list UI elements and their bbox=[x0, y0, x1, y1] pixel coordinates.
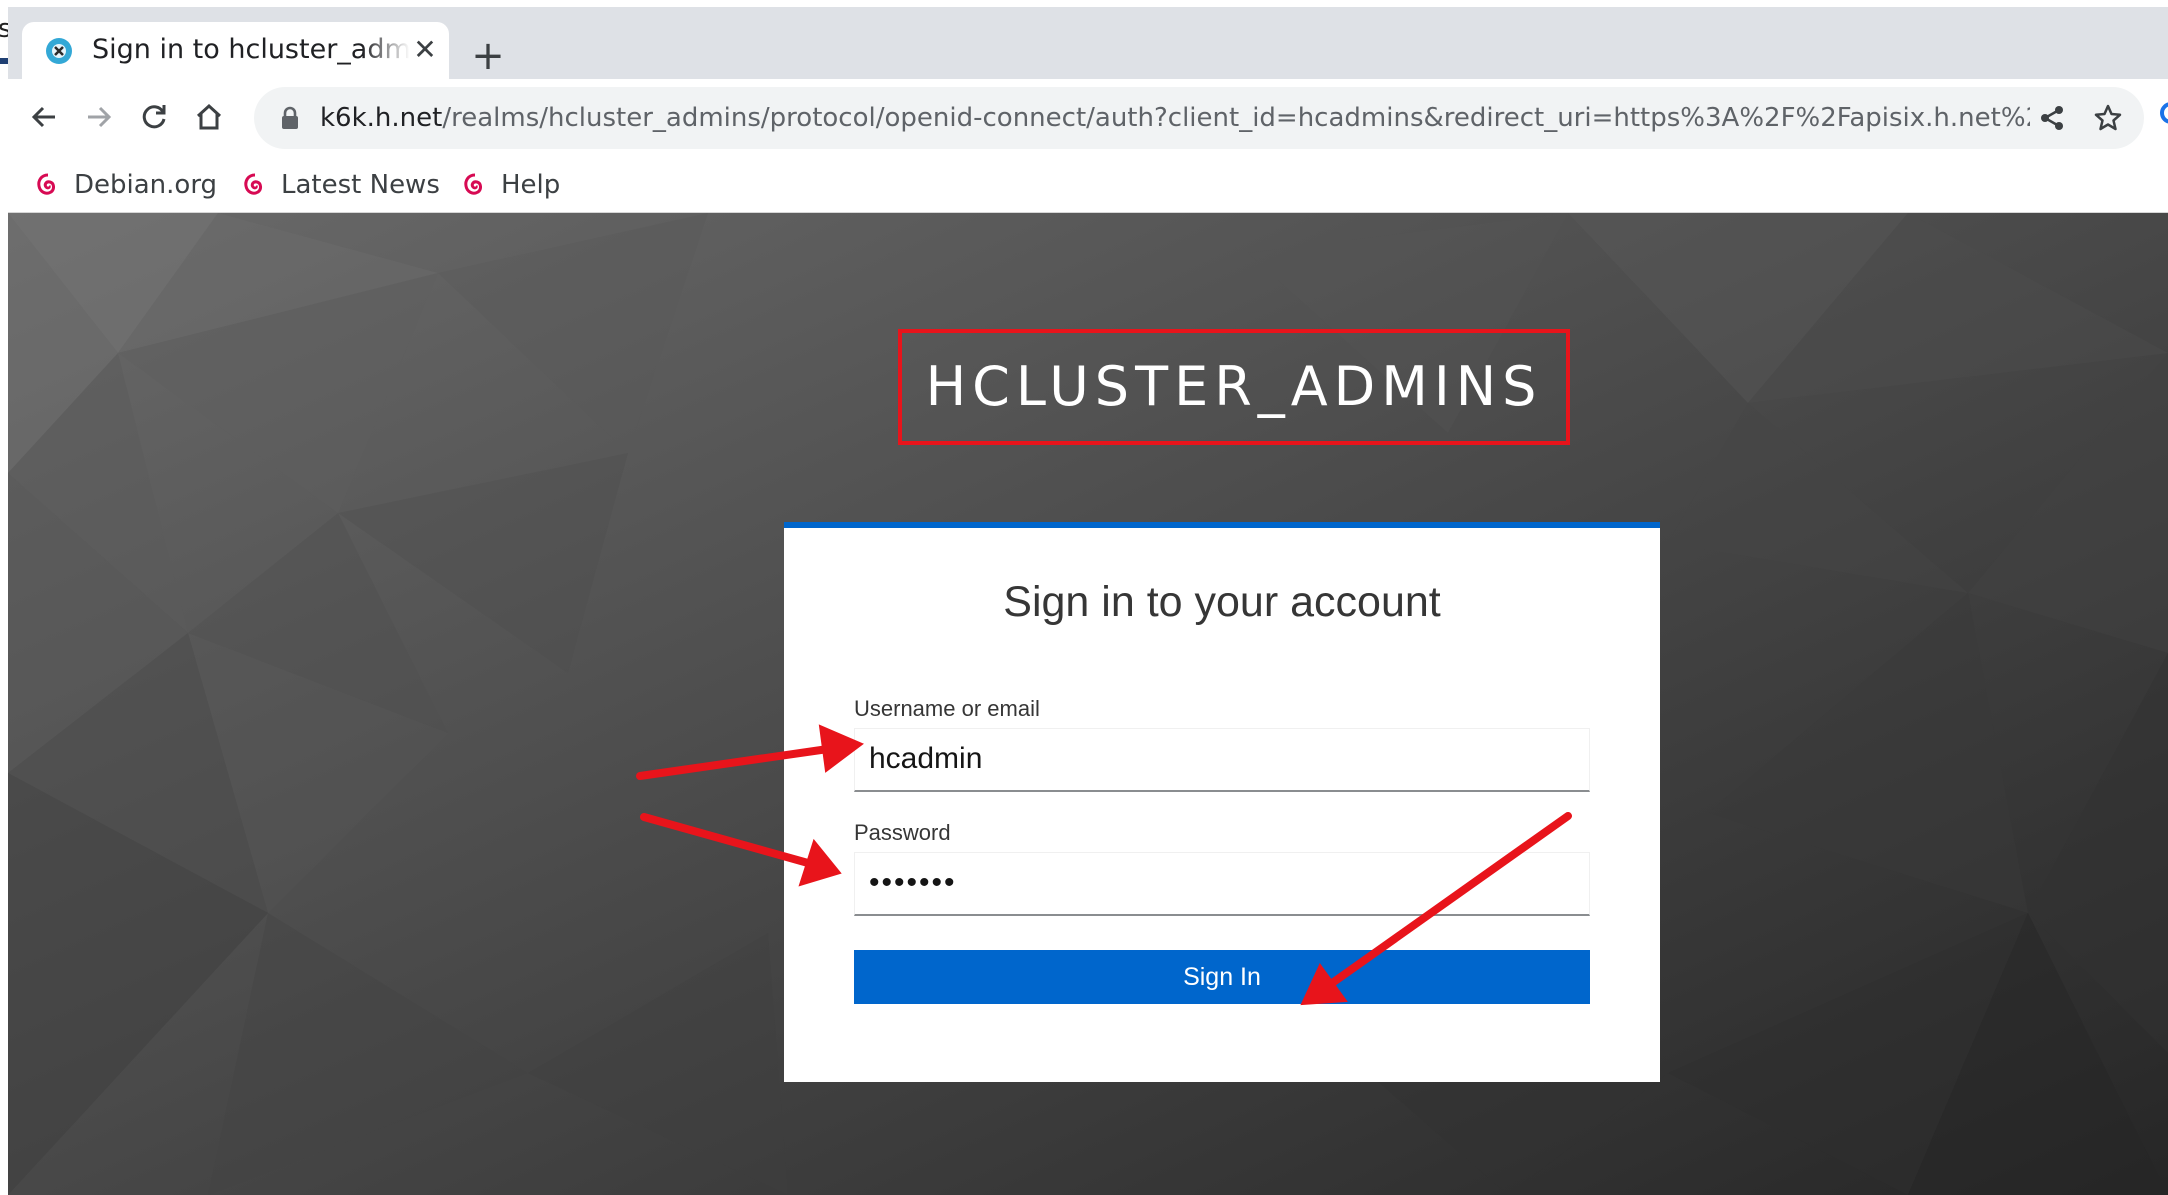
url-path: /realms/hcluster_admins/protocol/openid-… bbox=[442, 103, 2030, 133]
bookmark-label: Debian.org bbox=[74, 170, 218, 200]
home-icon[interactable] bbox=[189, 97, 229, 137]
tab-title: Sign in to hcluster_admins bbox=[92, 34, 410, 65]
reload-icon[interactable] bbox=[134, 97, 174, 137]
bookmark-latest-news[interactable]: Latest News bbox=[241, 165, 440, 205]
debian-swirl-icon bbox=[37, 173, 55, 195]
bookmark-label: Help bbox=[501, 170, 561, 200]
star-icon[interactable] bbox=[2090, 100, 2126, 136]
bookmark-debian[interactable]: Debian.org bbox=[34, 165, 217, 205]
browser-tab[interactable]: Sign in to hcluster_admins ✕ bbox=[22, 22, 449, 79]
login-page: HCLUSTER_ADMINS Sign in to your account … bbox=[8, 213, 2168, 1195]
share-icon[interactable] bbox=[2034, 100, 2070, 136]
password-label: Password bbox=[854, 820, 951, 845]
tab-strip: Sign in to hcluster_admins ✕ + bbox=[8, 7, 2168, 79]
password-input[interactable]: ••••••• bbox=[854, 852, 1590, 916]
login-heading: Sign in to your account bbox=[1003, 578, 1441, 626]
address-bar[interactable]: k6k.h.net/realms/hcluster_admins/protoco… bbox=[254, 87, 2144, 149]
realm-title: HCLUSTER_ADMINS bbox=[925, 355, 1543, 418]
realm-title-box: HCLUSTER_ADMINS bbox=[898, 329, 1570, 445]
username-label: Username or email bbox=[854, 696, 1040, 721]
bookmarks-bar: Debian.org Latest News Help bbox=[8, 157, 2168, 213]
bookmark-help[interactable]: Help bbox=[461, 165, 560, 205]
forward-arrow-icon[interactable] bbox=[79, 97, 119, 137]
debian-swirl-icon bbox=[464, 173, 482, 195]
keycloak-favicon-icon bbox=[46, 38, 72, 64]
url-host: k6k.h.net bbox=[320, 103, 443, 133]
tab-close-icon[interactable]: ✕ bbox=[409, 34, 441, 66]
username-input[interactable]: hcadmin bbox=[854, 728, 1590, 792]
bookmark-label: Latest News bbox=[281, 170, 440, 200]
sign-in-button[interactable]: Sign In bbox=[854, 950, 1590, 1004]
new-tab-icon[interactable]: + bbox=[466, 34, 510, 78]
login-card: Sign in to your account Username or emai… bbox=[784, 522, 1660, 1082]
browser-chrome: s Sign in to hcluster_admins ✕ + bbox=[0, 0, 2168, 213]
debian-swirl-icon bbox=[244, 173, 262, 195]
lock-icon[interactable] bbox=[280, 106, 300, 130]
browser-toolbar: k6k.h.net/realms/hcluster_admins/protoco… bbox=[8, 79, 2168, 157]
url-text[interactable]: k6k.h.net/realms/hcluster_admins/protoco… bbox=[320, 100, 2030, 136]
window-left-edge: s bbox=[0, 0, 12, 213]
back-arrow-icon[interactable] bbox=[24, 97, 64, 137]
